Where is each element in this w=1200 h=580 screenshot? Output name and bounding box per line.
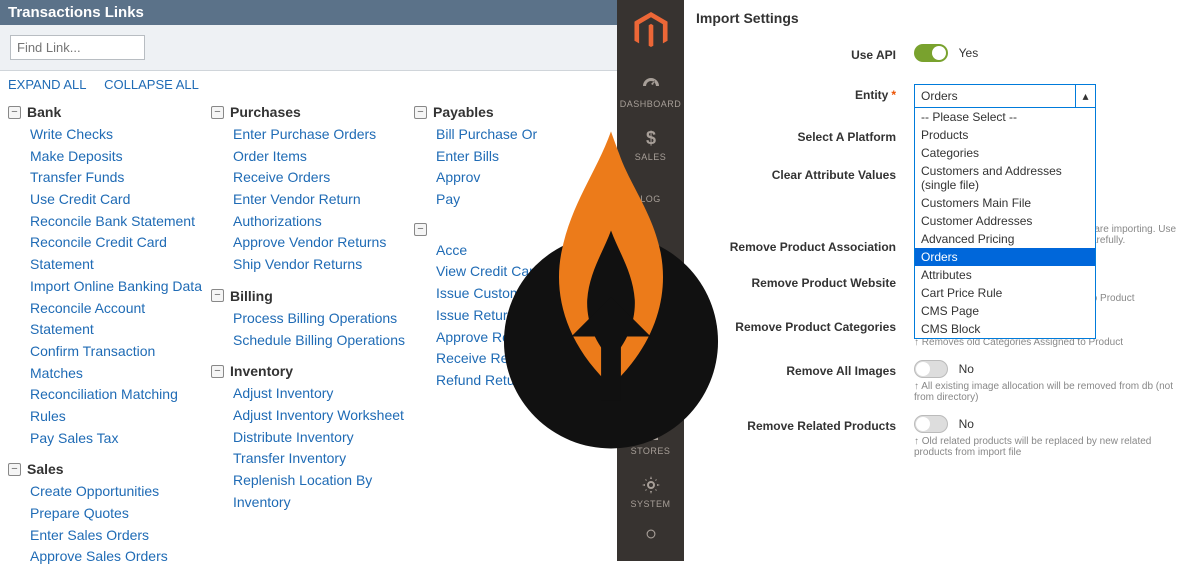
use-api-toggle[interactable] <box>914 44 948 62</box>
link-item[interactable]: Schedule Billing Operations <box>233 330 414 352</box>
category-name: Inventory <box>230 363 293 379</box>
field-entity: Entity* Orders ▴ -- Please Select --Prod… <box>696 84 1188 108</box>
collapse-icon[interactable]: − <box>211 289 224 302</box>
link-item[interactable]: Process Billing Operations <box>233 308 414 330</box>
import-settings-panel: Import Settings Use API Yes Entity* Orde… <box>684 0 1200 561</box>
entity-option[interactable]: Attributes <box>915 266 1095 284</box>
search-area <box>0 25 617 71</box>
entity-select[interactable]: Orders ▴ <box>914 84 1096 108</box>
collapse-icon[interactable]: − <box>414 106 427 119</box>
platform-label: Select A Platform <box>696 126 914 144</box>
link-item[interactable]: Use Credit Card <box>30 189 211 211</box>
link-item[interactable]: Prepare Quotes <box>30 503 211 525</box>
link-item[interactable]: Reconcile Account Statement <box>30 298 211 341</box>
firebear-logo-icon <box>502 112 720 452</box>
magento-logo-icon <box>634 12 668 50</box>
remove-related-hint: Old related products will be replaced by… <box>914 436 1188 458</box>
link-item[interactable]: Order Items <box>233 146 414 168</box>
entity-option[interactable]: Customers and Addresses (single file) <box>915 162 1095 194</box>
entity-option[interactable]: Products <box>915 126 1095 144</box>
link-item[interactable]: Approve Vendor Returns <box>233 232 414 254</box>
use-api-label: Use API <box>696 44 914 62</box>
link-item[interactable]: Enter Sales Orders <box>30 525 211 547</box>
link-item[interactable]: Distribute Inventory <box>233 427 414 449</box>
clear-attr-label: Clear Attribute Values <box>696 164 914 182</box>
entity-option[interactable]: Advanced Pricing <box>915 230 1095 248</box>
link-item[interactable]: Import Online Banking Data <box>30 276 211 298</box>
remove-cats-label: Remove Product Categories <box>696 316 914 334</box>
link-item[interactable]: Pay Sales Tax <box>30 428 211 450</box>
category-name: Payables <box>433 104 494 120</box>
remove-images-label: Remove All Images <box>696 360 914 378</box>
entity-dropdown[interactable]: -- Please Select --ProductsCategoriesCus… <box>914 107 1096 339</box>
entity-option[interactable]: Orders <box>915 248 1095 266</box>
remove-website-label: Remove Product Website <box>696 272 914 290</box>
entity-option[interactable]: Cart Price Rule <box>915 284 1095 302</box>
link-item[interactable]: Make Deposits <box>30 146 211 168</box>
link-item[interactable]: Reconciliation Matching Rules <box>30 384 211 427</box>
category-name: Sales <box>27 461 64 477</box>
link-item[interactable]: Adjust Inventory Worksheet <box>233 405 414 427</box>
link-item[interactable]: Write Checks <box>30 124 211 146</box>
field-remove-related: Remove Related Products No Old related p… <box>696 415 1188 458</box>
entity-option[interactable]: Categories <box>915 144 1095 162</box>
link-item[interactable]: Transfer Inventory <box>233 448 414 470</box>
remove-assoc-label: Remove Product Association <box>696 236 914 254</box>
sidebar-item-more[interactable] <box>617 519 684 554</box>
collapse-icon[interactable]: − <box>8 106 21 119</box>
remove-related-label: Remove Related Products <box>696 415 914 433</box>
entity-option[interactable]: CMS Block <box>915 320 1095 338</box>
entity-option[interactable]: -- Please Select -- <box>915 108 1095 126</box>
link-item[interactable]: Enter Vendor Return Authorizations <box>233 189 414 232</box>
collapse-icon[interactable]: − <box>211 365 224 378</box>
collapse-icon[interactable]: − <box>211 106 224 119</box>
collapse-icon[interactable]: − <box>8 463 21 476</box>
link-item[interactable]: Reconcile Bank Statement <box>30 211 211 233</box>
collapse-all-button[interactable]: COLLAPSE ALL <box>104 77 199 92</box>
panel-title: Transactions Links <box>0 0 617 25</box>
entity-option[interactable]: Customer Addresses <box>915 212 1095 230</box>
link-item[interactable]: Approve Sales Orders <box>30 546 211 568</box>
expand-all-button[interactable]: EXPAND ALL <box>8 77 87 92</box>
remove-related-toggle[interactable] <box>914 415 948 433</box>
category-name: Billing <box>230 288 273 304</box>
link-item[interactable]: Confirm Transaction Matches <box>30 341 211 384</box>
category-name: Purchases <box>230 104 301 120</box>
import-settings-title: Import Settings <box>696 10 1188 26</box>
link-item[interactable]: Receive Orders <box>233 167 414 189</box>
link-item[interactable]: Enter Purchase Orders <box>233 124 414 146</box>
category-name: Bank <box>27 104 61 120</box>
link-item[interactable]: Replenish Location By Inventory <box>233 470 414 513</box>
entity-option[interactable]: CMS Page <box>915 302 1095 320</box>
search-input[interactable] <box>10 35 145 60</box>
link-item[interactable]: Reconcile Credit Card Statement <box>30 232 211 275</box>
remove-images-value: No <box>959 362 974 376</box>
field-use-api: Use API Yes <box>696 44 1188 62</box>
remove-images-hint: All existing image allocation will be re… <box>914 381 1188 403</box>
expand-controls: EXPAND ALL COLLAPSE ALL <box>0 71 617 98</box>
link-item[interactable]: Create Opportunities <box>30 481 211 503</box>
link-item[interactable]: Ship Vendor Returns <box>233 254 414 276</box>
entity-label: Entity* <box>696 84 914 102</box>
collapse-icon[interactable]: − <box>414 223 427 236</box>
sidebar-item-system[interactable]: SYSTEM <box>617 466 684 519</box>
use-api-value: Yes <box>959 46 979 60</box>
field-remove-images: Remove All Images No All existing image … <box>696 360 1188 403</box>
remove-related-value: No <box>959 417 974 431</box>
link-item[interactable]: Transfer Funds <box>30 167 211 189</box>
remove-images-toggle[interactable] <box>914 360 948 378</box>
link-item[interactable]: Adjust Inventory <box>233 383 414 405</box>
entity-option[interactable]: Customers Main File <box>915 194 1095 212</box>
dropdown-arrow-icon[interactable]: ▴ <box>1075 85 1095 107</box>
